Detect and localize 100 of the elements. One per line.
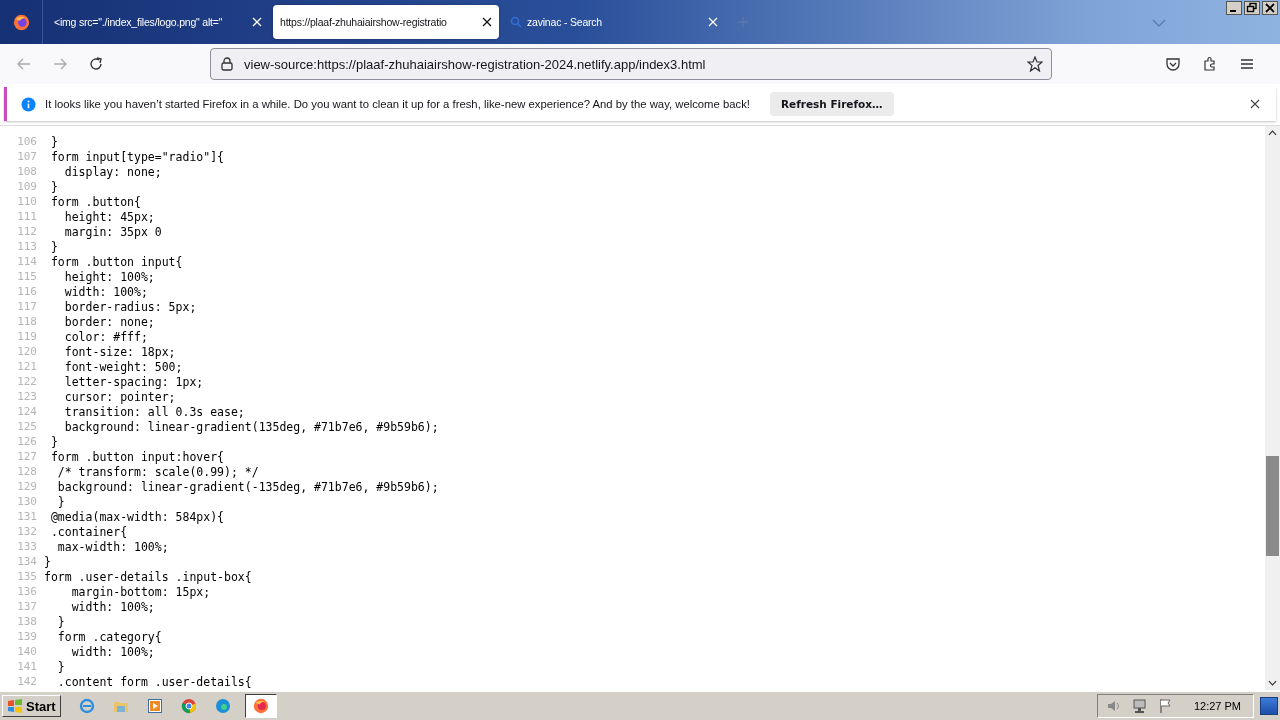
source-code-line: .content form .user-details{ [56,674,252,689]
source-code-line: .container{ [49,524,128,539]
source-code-line: } [56,659,65,674]
line-number: 137 [16,600,37,613]
line-number: 114 [16,255,37,268]
line-number: 138 [16,615,37,628]
line-number: 136 [16,585,37,598]
line-number: 127 [16,450,37,463]
source-code-line: form .category{ [56,629,162,644]
line-number: 123 [16,390,37,403]
taskbar-button[interactable] [244,694,277,718]
source-code-line: margin-bottom: 15px; [70,584,211,599]
pocket-icon[interactable] [1165,56,1181,72]
chrome-icon[interactable] [180,698,197,714]
scroll-down-icon[interactable] [1268,680,1277,686]
source-code-line: form .button{ [49,194,141,209]
source-code-line: } [49,134,58,149]
search-icon [510,16,522,28]
source-code-line: form .user-details .input-box{ [44,569,252,584]
scroll-up-icon[interactable] [1268,130,1277,136]
source-code-line: } [56,494,65,509]
line-number: 141 [16,660,37,673]
source-code-line: cursor: pointer; [63,389,176,404]
scrollbar[interactable] [1265,126,1280,690]
line-number: 107 [16,150,37,163]
start-button[interactable]: Start [2,695,61,717]
lock-icon [221,57,233,71]
show-desktop-button[interactable] [1260,697,1278,715]
source-code-line: form .button input{ [49,254,183,269]
source-code-line: font-weight: 500; [63,359,183,374]
source-code-line: } [56,614,65,629]
close-icon[interactable] [482,17,492,27]
source-code-line: width: 100%; [63,284,148,299]
media-player-icon[interactable] [146,698,163,714]
menu-icon[interactable] [1239,56,1255,72]
line-number: 121 [16,360,37,373]
line-number: 126 [16,435,37,448]
info-icon [21,96,36,112]
clock: 12:27 PM [1193,700,1241,712]
source-code-line: letter-spacing: 1px; [63,374,204,389]
network-icon[interactable] [1131,698,1148,714]
minimize-icon[interactable] [1226,1,1242,15]
source-code-line: } [49,434,58,449]
close-icon[interactable] [1262,1,1278,15]
tab-title: https://plaaf-zhuhaiairshow-registratio [280,16,448,28]
source-code-line: } [49,239,58,254]
line-number: 110 [16,195,37,208]
windows-logo-icon [7,699,23,713]
refresh-button[interactable]: Refresh Firefox… [769,92,894,116]
source-code-line: } [49,179,58,194]
line-number: 130 [16,495,37,508]
source-code-line: height: 45px; [63,209,155,224]
source-code-line: background: linear-gradient(-135deg, #71b7e6, #9b59b6); [56,479,439,494]
firefox-icon [252,698,269,714]
source-code-line: width: 100%; [70,599,155,614]
line-number: 106 [16,135,37,148]
browser-tab[interactable]: <img src="./index_files/logo.png" alt=" [47,5,269,39]
source-code-line: form .button input:hover{ [49,449,224,464]
line-number: 111 [16,210,37,223]
star-icon[interactable] [1027,56,1043,72]
source-code-line: margin: 35px 0 [63,224,162,239]
scrollbar-thumb[interactable] [1266,456,1279,556]
line-number: 117 [16,300,37,313]
reload-icon[interactable] [88,56,104,72]
line-number: 129 [16,480,37,493]
restore-icon[interactable] [1244,1,1260,15]
address-bar[interactable]: view-source:https://plaaf-zhuhaiairshow-registration-2024.netlify.app/index3.html [210,48,1052,80]
source-code-line: transition: all 0.3s ease; [63,404,245,419]
close-icon[interactable] [1250,99,1260,109]
firefox-icon[interactable] [12,13,30,31]
line-number: 113 [16,240,37,253]
puzzle-icon[interactable] [1202,56,1218,72]
line-number: 122 [16,375,37,388]
url-text: view-source:https://plaaf-zhuhaiairshow-registration-2024.netlify.app/index3.html [244,56,707,72]
source-code-line: display: none; [63,164,162,179]
line-number: 132 [16,525,37,538]
line-number: 116 [16,285,37,298]
line-number: 133 [16,540,37,553]
browser-tab[interactable]: zavinac - Search [503,5,725,39]
source-code-line: max-width: 100%; [56,539,169,554]
line-number: 109 [16,180,37,193]
source-code-line: border-radius: 5px; [63,299,197,314]
line-number: 134 [16,555,37,568]
source-code-line: width: 100%; [70,644,155,659]
source-code-line: font-size: 18px; [63,344,176,359]
line-number: 128 [16,465,37,478]
tab-title: zavinac - Search [527,16,603,28]
line-number: 131 [16,510,37,523]
line-number: 139 [16,630,37,643]
source-code-line: height: 100%; [63,269,155,284]
line-number: 118 [16,315,37,328]
browser-tab[interactable]: https://plaaf-zhuhaiairshow-registratio [273,5,499,39]
line-number: 120 [16,345,37,358]
line-number: 119 [16,330,37,343]
flag-icon[interactable] [1157,698,1174,714]
tab-title: <img src="./index_files/logo.png" alt=" [54,16,224,28]
line-number: 135 [16,570,37,583]
line-number: 142 [16,675,37,688]
source-code-line: border: none; [63,314,155,329]
line-number: 124 [16,405,37,418]
